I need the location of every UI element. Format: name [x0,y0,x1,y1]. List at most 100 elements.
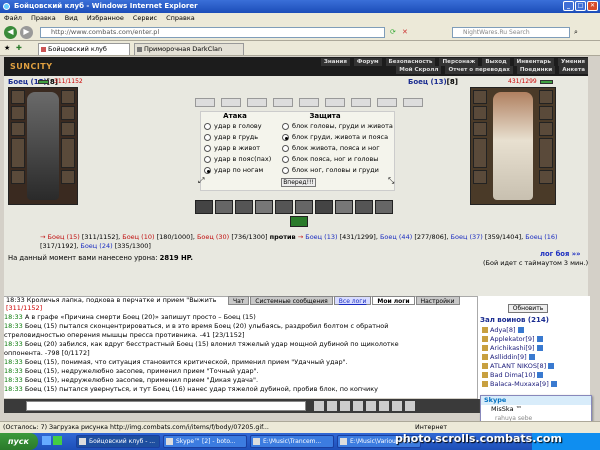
link-character[interactable]: Персонаж [439,58,479,66]
maximize-button[interactable]: □ [575,1,586,11]
equip-slot[interactable] [539,106,553,120]
equip-slot[interactable] [473,170,487,184]
equip-slot[interactable] [539,122,553,136]
link-knowledge[interactable]: Знания [320,58,350,66]
info-icon[interactable] [536,345,543,351]
skill-icon[interactable] [335,200,353,214]
info-icon[interactable] [550,381,557,387]
menu-view[interactable]: Вид [65,13,78,24]
skill-icon[interactable] [275,200,293,214]
equip-slot[interactable] [61,170,75,184]
equip-slot[interactable] [61,138,75,168]
team-right-member[interactable]: Боец (24) [80,242,112,250]
player-item[interactable]: Arichikashi[9] [482,344,543,353]
right-fighter-name[interactable]: Боец (13)[8] [408,78,458,86]
skill-icon[interactable] [215,200,233,214]
clear-icon[interactable] [327,401,337,411]
skill-icon[interactable] [235,200,253,214]
minimize-button[interactable]: _ [563,1,574,11]
equip-slot[interactable] [11,122,25,136]
equip-slot[interactable] [11,138,25,168]
tab-combats[interactable]: Бойцовский клуб [38,43,130,55]
left-fighter-avatar[interactable] [27,92,59,200]
team-right-member[interactable]: Боец (37) [451,233,483,241]
close-button[interactable]: ✕ [587,1,598,11]
equip-slot[interactable] [61,122,75,136]
skill-icon[interactable] [375,200,393,214]
link-security[interactable]: Безопасность [385,58,436,66]
stop-icon[interactable]: ✕ [402,28,408,36]
taskbar-item-folder1[interactable]: E:\Music\Trancem... [250,435,334,448]
link-profile[interactable]: Анкета [559,66,588,74]
info-icon[interactable] [537,372,544,378]
refresh-list-button[interactable]: Обновить [508,304,548,313]
link-exit[interactable]: Выход [482,58,510,66]
equip-slot[interactable] [473,122,487,136]
equip-slot[interactable] [11,170,25,184]
tab-chat[interactable]: Чат [228,296,250,305]
player-item[interactable]: Applekator[9] [482,335,543,344]
start-button[interactable]: пуск [0,433,38,450]
team-left-member[interactable]: Боец (30) [197,233,229,241]
team-left-member[interactable]: Боец (15) [48,233,80,241]
player-item[interactable]: Adya[8] [482,326,524,335]
skill-icon[interactable] [255,200,273,214]
link-skills[interactable]: Умения [557,58,588,66]
taskbar-item-browser[interactable]: Бойцовский клуб - ... [76,435,160,448]
player-item[interactable]: ATLANT NIKOS[8] [482,362,555,371]
skill-icon[interactable] [195,200,213,214]
equip-slot[interactable] [61,90,75,104]
right-fighter-avatar[interactable] [493,92,533,200]
info-icon[interactable] [548,363,555,369]
smile-icon[interactable] [314,401,324,411]
tab-system-messages[interactable]: Системные сообщения [250,296,333,305]
equip-slot[interactable] [539,138,553,168]
info-icon[interactable] [536,336,543,342]
tab-settings[interactable]: Настройки [415,296,460,305]
forward-attack-button[interactable]: Вперед!!! [281,178,316,187]
team-left-member[interactable]: Боец (10) [122,233,154,241]
link-forum[interactable]: Форум [353,58,382,66]
skill-icon[interactable] [295,200,313,214]
menu-file[interactable]: Файл [4,13,22,24]
player-item[interactable]: Balaca-Muxaxa[9] [482,380,557,389]
search-icon[interactable]: ⌕ [574,28,578,37]
team-right-member[interactable]: Боец (44) [380,233,412,241]
left-fighter-name[interactable]: Боец (15)[8] [8,78,58,86]
sound-icon[interactable] [392,401,402,411]
back-button[interactable]: ◀ [4,26,17,39]
add-favorite-icon[interactable]: ✚ [16,44,22,52]
info-icon[interactable] [517,327,524,333]
chat-input[interactable] [26,401,306,411]
refresh-icon[interactable]: ⟳ [390,28,396,36]
tab-darkclan[interactable]: Приморочная DarkClan [134,43,244,55]
equip-slot[interactable] [539,170,553,184]
translit-icon[interactable] [353,401,363,411]
menu-tools[interactable]: Сервис [133,13,157,24]
skill-active-icon[interactable] [290,216,308,227]
menu-help[interactable]: Справка [166,13,195,24]
equip-slot[interactable] [11,90,25,104]
desktop-quicklaunch-icon[interactable] [53,436,62,445]
info-icon[interactable] [528,354,535,360]
skill-icon[interactable] [315,200,333,214]
equip-slot[interactable] [473,90,487,104]
equip-slot[interactable] [473,106,487,120]
ie-quicklaunch-icon[interactable] [42,436,51,445]
skill-icon[interactable] [355,200,373,214]
menu-favorites[interactable]: Избранное [87,13,124,24]
tab-my-logs[interactable]: Мои логи [372,296,415,305]
menu-edit[interactable]: Правка [31,13,56,24]
team-right-member[interactable]: Боец (16) [525,233,557,241]
filter-icon[interactable] [340,401,350,411]
search-input[interactable]: NightWares.Ru Search [452,27,570,38]
link-transfers[interactable]: Отчет о переводах [445,66,513,74]
link-inventory[interactable]: Инвентарь [513,58,554,66]
url-input[interactable]: http://www.combats.com/enter.pl [40,27,385,38]
player-item[interactable]: Bad Dima[10] [482,371,544,380]
team-right-member[interactable]: Боец (13) [305,233,337,241]
equip-slot[interactable] [61,106,75,120]
taskbar-item-skype[interactable]: Skype™ [2] - boto... [163,435,247,448]
link-my-scroll[interactable]: Мой Скролл [396,66,442,74]
battle-log-link[interactable]: лог боя »» [540,250,581,258]
